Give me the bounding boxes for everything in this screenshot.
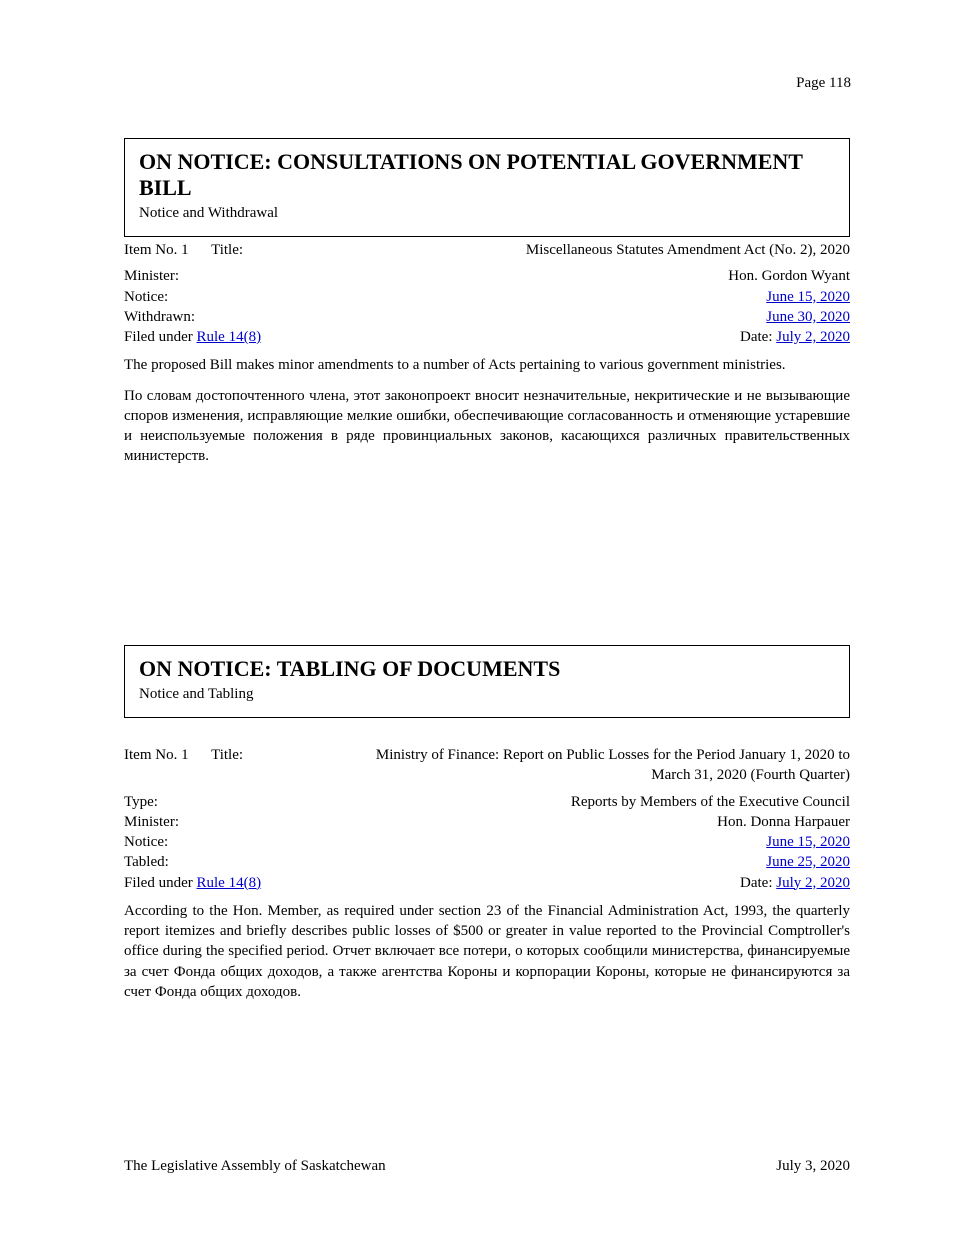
entry-line-minister: Minister: Hon. Donna Harpauer (124, 812, 850, 832)
title-label: Title: (211, 747, 243, 763)
entry-2: Item No. 1 Title: Ministry of Finance: R… (124, 745, 850, 1012)
withdrawn-label: Withdrawn: (124, 307, 195, 327)
tabled-label: Tabled: (124, 852, 169, 872)
entry-description: The proposed Bill makes minor amendments… (124, 355, 850, 466)
entry-line-item-title: Item No. 1 Title: Ministry of Finance: R… (124, 745, 850, 786)
notice-label: Notice: (124, 287, 168, 307)
type-label: Type: (124, 792, 158, 812)
title-label: Title: (211, 242, 243, 258)
entry-line-notice: Notice: June 15, 2020 (124, 287, 850, 307)
section-box-tabling: ON NOTICE: TABLING OF DOCUMENTS Notice a… (124, 645, 850, 718)
desc-para-2: По словам достопочтенного члена, этот за… (124, 386, 850, 467)
item-no-value: 1 (181, 747, 189, 763)
page: Page 118 ON NOTICE: CONSULTATIONS ON POT… (0, 0, 954, 1235)
filed-under-rule-link[interactable]: Rule 14(8) (197, 875, 262, 891)
footer-right: July 3, 2020 (776, 1158, 850, 1175)
entry-line-tabled: Tabled: June 25, 2020 (124, 852, 850, 872)
minister-label: Minister: (124, 266, 179, 286)
date-label: Date: (740, 329, 772, 345)
entry-1: Item No. 1 Title: Miscellaneous Statutes… (124, 240, 850, 477)
desc-para-1: According to the Hon. Member, as require… (124, 901, 850, 1002)
entry-line-filed: Filed under Rule 14(8) Date: July 2, 202… (124, 873, 850, 893)
entry-line-notice: Notice: June 15, 2020 (124, 832, 850, 852)
item-no-label: Item No. (124, 747, 177, 763)
entry-line-minister: Minister: Hon. Gordon Wyant (124, 266, 850, 286)
section-title: ON NOTICE: TABLING OF DOCUMENTS (139, 656, 835, 682)
page-number: Page 118 (796, 75, 851, 92)
type-value: Reports by Members of the Executive Coun… (571, 792, 850, 812)
item-no-value: 1 (181, 242, 189, 258)
entry-description: According to the Hon. Member, as require… (124, 901, 850, 1002)
entry-line-filed: Filed under Rule 14(8) Date: July 2, 202… (124, 327, 850, 347)
section-subtitle: Notice and Withdrawal (139, 205, 835, 222)
filed-under-label: Filed under (124, 875, 197, 891)
notice-link[interactable]: June 15, 2020 (766, 834, 850, 850)
filed-under-rule-link[interactable]: Rule 14(8) (197, 329, 262, 345)
entry-line-item-title: Item No. 1 Title: Miscellaneous Statutes… (124, 240, 850, 260)
withdrawn-link[interactable]: June 30, 2020 (766, 309, 850, 325)
notice-label: Notice: (124, 832, 168, 852)
item-no-label: Item No. (124, 242, 177, 258)
footer-left: The Legislative Assembly of Saskatchewan (124, 1158, 386, 1175)
minister-value: Hon. Gordon Wyant (728, 266, 850, 286)
section-title: ON NOTICE: CONSULTATIONS ON POTENTIAL GO… (139, 149, 835, 201)
minister-value: Hon. Donna Harpauer (717, 812, 850, 832)
desc-para-1: The proposed Bill makes minor amendments… (124, 355, 850, 375)
section-subtitle: Notice and Tabling (139, 686, 835, 703)
date-label: Date: (740, 875, 772, 891)
date-link[interactable]: July 2, 2020 (776, 875, 850, 891)
entry-line-type: Type: Reports by Members of the Executiv… (124, 792, 850, 812)
tabled-link[interactable]: June 25, 2020 (766, 854, 850, 870)
section-box-consultations: ON NOTICE: CONSULTATIONS ON POTENTIAL GO… (124, 138, 850, 237)
entry-line-withdrawn: Withdrawn: June 30, 2020 (124, 307, 850, 327)
notice-link[interactable]: June 15, 2020 (766, 289, 850, 305)
title-value: Miscellaneous Statutes Amendment Act (No… (526, 240, 850, 260)
date-link[interactable]: July 2, 2020 (776, 329, 850, 345)
minister-label: Minister: (124, 812, 179, 832)
page-footer: The Legislative Assembly of Saskatchewan… (124, 1158, 850, 1175)
title-value: Ministry of Finance: Report on Public Lo… (370, 745, 850, 786)
filed-under-label: Filed under (124, 329, 197, 345)
